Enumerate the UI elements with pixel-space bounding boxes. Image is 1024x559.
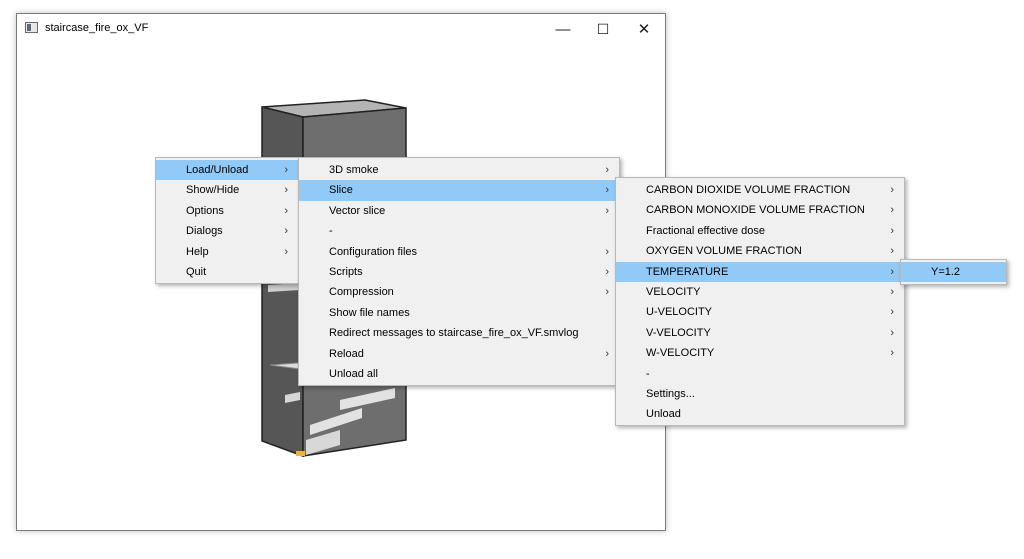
menu-item-redirect-messages[interactable]: Redirect messages to staircase_fire_ox_V… [299, 323, 619, 343]
menu-item-label: Show file names [329, 306, 410, 319]
slice-submenu: CARBON DIOXIDE VOLUME FRACTION › CARBON … [615, 177, 905, 426]
chevron-right-icon: › [284, 204, 288, 217]
maximize-button[interactable]: ☐ [583, 14, 623, 44]
chevron-right-icon: › [890, 347, 894, 360]
menu-item-label: CARBON MONOXIDE VOLUME FRACTION [646, 204, 865, 217]
menu-item-velocity[interactable]: VELOCITY › [616, 282, 904, 302]
menu-item-compression[interactable]: Compression › [299, 282, 619, 302]
fire-source [296, 451, 305, 456]
menu-item-show-file-names[interactable]: Show file names [299, 303, 619, 323]
chevron-right-icon: › [284, 164, 288, 176]
menu-item-scripts[interactable]: Scripts › [299, 262, 619, 282]
chevron-right-icon: › [890, 224, 894, 237]
menu-item-label: Redirect messages to staircase_fire_ox_V… [329, 327, 579, 340]
menu-item-label: U-VELOCITY [646, 306, 713, 319]
menu-item-label: Help [186, 245, 209, 258]
menu-item-label: Quit [186, 265, 207, 278]
menu-item-3d-smoke[interactable]: 3D smoke › [299, 160, 619, 180]
chevron-right-icon: › [605, 265, 609, 278]
menu-item-label: Unload all [329, 367, 378, 380]
menu-item-temperature[interactable]: TEMPERATURE › [616, 261, 904, 282]
menu-item-label: Options [186, 204, 224, 217]
menu-item-label: Reload [329, 347, 364, 360]
menu-item-fractional-effective-dose[interactable]: Fractional effective dose › [616, 221, 904, 241]
chevron-right-icon: › [284, 225, 288, 238]
chevron-right-icon: › [890, 184, 894, 196]
menu-item-carbon-monoxide[interactable]: CARBON MONOXIDE VOLUME FRACTION › [616, 200, 904, 220]
menu-item-dialogs[interactable]: Dialogs › [156, 221, 298, 241]
menu-item-label: Y=1.2 [931, 266, 961, 278]
menu-separator: - [299, 221, 619, 241]
menu-item-label: VELOCITY [646, 285, 701, 298]
menu-item-label: Slice [329, 184, 353, 197]
menu-item-label: Fractional effective dose [646, 224, 766, 237]
menu-item-help[interactable]: Help › [156, 242, 298, 262]
chevron-right-icon: › [890, 285, 894, 298]
menu-item-slice[interactable]: Slice › [299, 180, 619, 201]
load-unload-submenu: 3D smoke › Slice › Vector slice › - Conf… [298, 157, 620, 386]
menu-separator: - [616, 364, 904, 384]
menu-item-label: CARBON DIOXIDE VOLUME FRACTION [646, 184, 851, 196]
chevron-right-icon: › [605, 286, 609, 299]
menu-item-vector-slice[interactable]: Vector slice › [299, 201, 619, 221]
menu-item-carbon-dioxide[interactable]: CARBON DIOXIDE VOLUME FRACTION › [616, 180, 904, 200]
menu-item-label: - [329, 225, 333, 238]
menu-item-quit[interactable]: Quit [156, 262, 298, 282]
main-context-menu: Load/Unload › Show/Hide › Options › Dial… [155, 157, 299, 284]
close-button[interactable]: ✕ [624, 14, 664, 44]
menu-item-label: Settings... [646, 387, 695, 400]
menu-item-unload-all[interactable]: Unload all [299, 364, 619, 384]
menu-item-w-velocity[interactable]: W-VELOCITY › [616, 343, 904, 363]
chevron-right-icon: › [890, 204, 894, 217]
menu-item-label: Compression [329, 286, 394, 299]
menu-item-label: OXYGEN VOLUME FRACTION [646, 245, 802, 258]
chevron-right-icon: › [605, 164, 609, 176]
chevron-right-icon: › [605, 245, 609, 258]
menu-item-load-unload[interactable]: Load/Unload › [156, 160, 298, 181]
chevron-right-icon: › [605, 347, 609, 360]
menu-item-v-velocity[interactable]: V-VELOCITY › [616, 323, 904, 343]
menu-item-show-hide[interactable]: Show/Hide › [156, 180, 298, 200]
menu-item-label: 3D smoke [329, 164, 379, 176]
app-icon[interactable] [25, 22, 38, 33]
menu-item-y-1-2[interactable]: Y=1.2 [901, 262, 1006, 283]
menu-item-settings[interactable]: Settings... [616, 384, 904, 404]
window-title: staircase_fire_ox_VF [45, 22, 149, 34]
menu-item-label: Show/Hide [186, 184, 240, 197]
menu-item-label: Dialogs [186, 225, 223, 238]
menu-item-label: Load/Unload [186, 164, 249, 176]
temperature-submenu: Y=1.2 [900, 259, 1007, 285]
menu-item-reload[interactable]: Reload › [299, 344, 619, 364]
title-bar[interactable]: staircase_fire_ox_VF — ☐ ✕ [17, 14, 665, 44]
menu-item-label: W-VELOCITY [646, 347, 715, 360]
chevron-right-icon: › [890, 306, 894, 319]
menu-item-label: Configuration files [329, 245, 418, 258]
menu-item-label: - [646, 367, 650, 380]
menu-item-oxygen[interactable]: OXYGEN VOLUME FRACTION › [616, 241, 904, 261]
menu-item-label: Scripts [329, 265, 363, 278]
menu-item-configuration-files[interactable]: Configuration files › [299, 242, 619, 262]
menu-item-unload[interactable]: Unload [616, 404, 904, 424]
menu-item-label: V-VELOCITY [646, 326, 711, 339]
menu-item-options[interactable]: Options › [156, 201, 298, 221]
menu-item-label: TEMPERATURE [646, 265, 729, 278]
chevron-right-icon: › [284, 184, 288, 197]
menu-item-label: Unload [646, 408, 681, 421]
chevron-right-icon: › [605, 204, 609, 217]
chevron-right-icon: › [890, 265, 894, 278]
chevron-right-icon: › [890, 326, 894, 339]
chevron-right-icon: › [284, 245, 288, 258]
minimize-button[interactable]: — [543, 14, 583, 44]
menu-item-u-velocity[interactable]: U-VELOCITY › [616, 302, 904, 322]
chevron-right-icon: › [890, 245, 894, 258]
menu-item-label: Vector slice [329, 204, 386, 217]
chevron-right-icon: › [605, 184, 609, 197]
